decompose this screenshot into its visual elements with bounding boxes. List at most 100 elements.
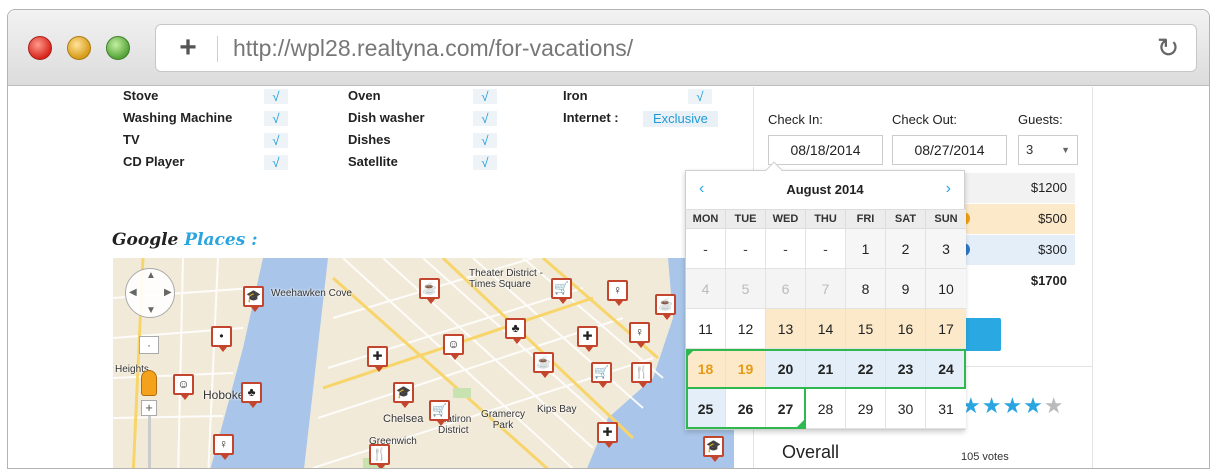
bar-marker-icon[interactable]: ♀ — [629, 322, 650, 348]
next-month-icon[interactable]: › — [946, 180, 951, 198]
calendar-day[interactable]: 30 — [886, 389, 926, 429]
amenity-label: Iron — [563, 88, 588, 103]
page-content: Stove √ Washing Machine √ TV √ CD Player… — [8, 87, 1209, 468]
book-button[interactable] — [963, 318, 1001, 351]
google-map[interactable]: Weehawken Cove Theater District - Times … — [113, 258, 734, 468]
calendar-day[interactable]: 26 — [726, 389, 766, 429]
amenity-check: √ — [473, 89, 497, 104]
browser-window: + http://wpl28.realtyna.com/for-vacation… — [7, 9, 1210, 469]
calendar-day[interactable]: 12 — [726, 309, 766, 349]
school-marker-icon[interactable]: 🎓 — [393, 382, 414, 408]
map-label: Theater District - Times Square — [469, 268, 543, 290]
weekday-header: WED — [766, 210, 806, 228]
shop-marker-icon[interactable]: 🛒 — [591, 362, 612, 388]
park-marker-icon[interactable]: ♣ — [241, 382, 262, 408]
cafe-marker-icon[interactable]: ☕ — [533, 352, 554, 378]
calendar-grid: MON TUE WED THU FRI SAT SUN - - - -1 2 3 4 5 6 7 8 9 10 11 1… — [686, 209, 966, 429]
calendar-day[interactable]: 18 — [686, 349, 726, 389]
half-star-icon: ★ — [1043, 393, 1065, 418]
guests-select[interactable]: 3 ▼ — [1018, 135, 1078, 165]
park-marker-icon[interactable]: ♣ — [505, 318, 526, 344]
calendar-month: August — [786, 182, 832, 197]
calendar-day[interactable]: 24 — [926, 349, 966, 389]
price-total: $1700 — [1030, 273, 1067, 288]
calendar-day[interactable]: 5 — [726, 269, 766, 309]
calendar-day[interactable]: 31 — [926, 389, 966, 429]
place-marker-icon[interactable]: • — [211, 326, 232, 352]
weekday-header: THU — [806, 210, 846, 228]
calendar-day[interactable]: 19 — [726, 349, 766, 389]
calendar-day[interactable]: 20 — [766, 349, 806, 389]
new-tab-plus-icon[interactable]: + — [174, 33, 202, 63]
amenity-label: Dish washer — [348, 110, 425, 125]
pharmacy-marker-icon[interactable]: ✚ — [597, 422, 618, 448]
map-fullscreen-control[interactable]: · — [139, 336, 159, 354]
calendar-day[interactable]: 3 — [926, 229, 966, 269]
pharmacy-marker-icon[interactable]: ✚ — [577, 326, 598, 352]
zoom-slider-track[interactable] — [148, 416, 151, 468]
calendar-day[interactable]: 2 — [886, 229, 926, 269]
theater-marker-icon[interactable]: ☺ — [173, 374, 194, 400]
guests-value: 3 — [1026, 142, 1034, 157]
check-out-label: Check Out: — [892, 112, 958, 127]
minimize-window-button[interactable] — [67, 36, 91, 60]
school-marker-icon[interactable]: 🎓 — [243, 286, 264, 312]
calendar-day[interactable]: 28 — [806, 389, 846, 429]
maximize-window-button[interactable] — [106, 36, 130, 60]
shop-marker-icon[interactable]: 🛒 — [551, 278, 572, 304]
bar-marker-icon[interactable]: ♀ — [213, 434, 234, 460]
price-row: $1200 — [963, 173, 1075, 203]
calendar-day[interactable]: 11 — [686, 309, 726, 349]
amenity-label: Dishes — [348, 132, 391, 147]
calendar-day[interactable]: 21 — [806, 349, 846, 389]
restaurant-marker-icon[interactable]: 🍴 — [369, 444, 390, 468]
calendar-day[interactable]: 25 — [686, 389, 726, 429]
calendar-day[interactable]: 29 — [846, 389, 886, 429]
calendar-day[interactable]: 16 — [886, 309, 926, 349]
cafe-marker-icon[interactable]: ☕ — [655, 294, 676, 320]
check-out-input[interactable]: 08/27/2014 — [892, 135, 1007, 165]
calendar-day[interactable]: 9 — [886, 269, 926, 309]
url-text[interactable]: http://wpl28.realtyna.com/for-vacations/ — [233, 35, 633, 62]
pan-left-icon[interactable]: ◀ — [129, 287, 137, 298]
cafe-marker-icon[interactable]: ☕ — [419, 278, 440, 304]
calendar-day[interactable]: 13 — [766, 309, 806, 349]
calendar-day[interactable]: 27 — [766, 389, 806, 429]
calendar-day[interactable]: 23 — [886, 349, 926, 389]
pan-right-icon[interactable]: ▶ — [164, 287, 172, 298]
street-view-pegman-icon[interactable] — [141, 370, 157, 396]
calendar-day[interactable]: 15 — [846, 309, 886, 349]
calendar-day[interactable]: 1 — [846, 229, 886, 269]
calendar-day[interactable]: 17 — [926, 309, 966, 349]
price-row: $500 — [957, 204, 1075, 234]
calendar-week-row: 11 12 13 14 15 16 17 — [686, 309, 966, 349]
check-in-input[interactable]: 08/18/2014 — [768, 135, 883, 165]
calendar-day[interactable]: 8 — [846, 269, 886, 309]
restaurant-marker-icon[interactable]: 🍴 — [631, 362, 652, 388]
amenity-label: Satellite — [348, 154, 398, 169]
calendar-day[interactable]: 22 — [846, 349, 886, 389]
google-places-title: Google Places : — [112, 230, 257, 250]
calendar-year: 2014 — [834, 182, 864, 197]
rating-stars[interactable]: ★★★★★ — [961, 393, 1065, 419]
shop-marker-icon[interactable]: 🛒 — [429, 400, 450, 426]
reload-icon[interactable]: ↻ — [1154, 33, 1182, 63]
calendar-day[interactable]: 6 — [766, 269, 806, 309]
calendar-day[interactable]: 7 — [806, 269, 846, 309]
close-window-button[interactable] — [28, 36, 52, 60]
map-pan-control[interactable]: ▲ ▼ ◀ ▶ — [125, 268, 175, 318]
theater-marker-icon[interactable]: ☺ — [443, 334, 464, 360]
pharmacy-marker-icon[interactable]: ✚ — [367, 346, 388, 372]
price-total-row: $1700 — [963, 266, 1075, 296]
pan-up-icon[interactable]: ▲ — [146, 270, 156, 281]
address-bar[interactable]: + http://wpl28.realtyna.com/for-vacation… — [155, 24, 1197, 72]
pan-down-icon[interactable]: ▼ — [146, 305, 156, 316]
calendar-day[interactable]: 14 — [806, 309, 846, 349]
browser-titlebar: + http://wpl28.realtyna.com/for-vacation… — [8, 10, 1209, 86]
date-picker-calendar: ‹ August 2014 › MON TUE WED THU FRI SAT SUN --… — [685, 161, 966, 430]
bar-marker-icon[interactable]: ♀ — [607, 280, 628, 306]
calendar-day[interactable]: 4 — [686, 269, 726, 309]
weekday-header: MON — [686, 210, 726, 228]
zoom-in-button[interactable]: + — [141, 400, 157, 416]
calendar-day[interactable]: 10 — [926, 269, 966, 309]
